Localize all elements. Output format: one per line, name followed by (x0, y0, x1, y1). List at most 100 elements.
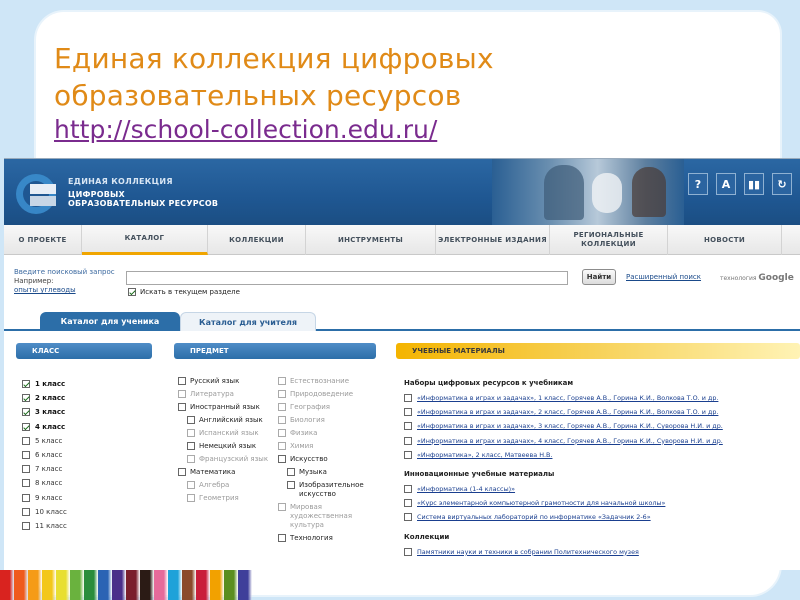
subject-checkbox (187, 481, 195, 489)
menu-item[interactable]: О ПРОЕКТЕ (4, 225, 82, 255)
material-item[interactable]: «Информатика в играх и задачах», 1 класс… (404, 391, 796, 405)
material-checkbox[interactable] (404, 422, 412, 431)
tab-catalog-teacher[interactable]: Каталог для учителя (180, 312, 316, 331)
subject-checkbox[interactable] (178, 468, 186, 476)
material-link[interactable]: «Курс элементарной компьютерной грамотно… (417, 499, 665, 507)
material-checkbox[interactable] (404, 408, 412, 417)
grade-checkbox[interactable] (22, 493, 30, 502)
site-logo-icon[interactable] (12, 169, 62, 219)
subject-checkbox[interactable] (187, 442, 195, 450)
material-item[interactable]: «Информатика в играх и задачах», 3 класс… (404, 419, 796, 433)
subject-item[interactable]: Математика (178, 468, 278, 477)
material-link[interactable]: «Информатика в играх и задачах», 3 класс… (417, 422, 723, 430)
subject-checkbox[interactable] (178, 377, 186, 385)
grade-checkbox[interactable] (22, 422, 30, 431)
menu-item[interactable]: ЭЛЕКТРОННЫЕ ИЗДАНИЯ (436, 225, 550, 255)
slide-url-link[interactable]: http://school-collection.edu.ru/ (54, 115, 437, 144)
search-scope[interactable]: Искать в текущем разделе (128, 288, 240, 296)
grade-checkbox[interactable] (22, 394, 30, 403)
material-item[interactable]: Система виртуальных лабораторий по инфор… (404, 510, 796, 524)
subject-checkbox[interactable] (178, 403, 186, 411)
material-item[interactable]: Памятники науки и техники в собрании Пол… (404, 545, 796, 559)
material-checkbox[interactable] (404, 513, 412, 522)
material-item[interactable]: «Информатика в играх и задачах», 4 класс… (404, 434, 796, 448)
search-example-link[interactable]: опыты углеводы (14, 286, 76, 294)
material-link[interactable]: «Информатика в играх и задачах», 1 класс… (417, 394, 718, 402)
material-item[interactable]: «Курс элементарной компьютерной грамотно… (404, 496, 796, 510)
crayon (224, 570, 238, 600)
menu-item[interactable]: КОЛЛЕКЦИИ (208, 225, 306, 255)
material-link[interactable]: Памятники науки и техники в собрании Пол… (417, 548, 639, 556)
grade-item[interactable]: 7 класс (22, 462, 67, 476)
menu-item[interactable]: РЕГИОНАЛЬНЫЕ КОЛЛЕКЦИИ (550, 225, 668, 255)
subject-item[interactable]: Английский язык (187, 416, 278, 425)
grade-item[interactable]: 10 класс (22, 505, 67, 519)
material-checkbox[interactable] (404, 485, 412, 494)
material-checkbox[interactable] (404, 547, 412, 556)
subject-checkbox (187, 429, 195, 437)
grade-item[interactable]: 9 класс (22, 491, 67, 505)
search-button[interactable]: Найти (582, 269, 616, 285)
material-checkbox[interactable] (404, 394, 412, 403)
subject-item[interactable]: Немецкий язык (187, 442, 278, 451)
grade-checkbox[interactable] (22, 408, 30, 417)
material-checkbox[interactable] (404, 436, 412, 445)
grade-item[interactable]: 5 класс (22, 434, 67, 448)
material-item[interactable]: «Информатика в играх и задачах», 2 класс… (404, 405, 796, 419)
subject-item[interactable]: Изобразительное искусство (287, 481, 378, 499)
grade-label: 8 класс (35, 479, 63, 488)
menu-item[interactable]: КАТАЛОГ (82, 225, 208, 255)
subject-item[interactable]: Музыка (287, 468, 378, 477)
catalog-tabs: Каталог для ученика Каталог для учителя (4, 309, 800, 331)
grade-checkbox[interactable] (22, 479, 30, 488)
google-logo: Google (758, 273, 794, 283)
grade-item[interactable]: 8 класс (22, 476, 67, 490)
material-checkbox[interactable] (404, 499, 412, 508)
material-checkbox[interactable] (404, 450, 412, 459)
subject-checkbox[interactable] (287, 468, 295, 476)
crayon (238, 570, 252, 600)
subject-item[interactable]: Искусство (278, 455, 378, 464)
grade-label: 7 класс (35, 465, 63, 474)
search-example-label: Например: (14, 277, 54, 285)
subject-checkbox[interactable] (287, 481, 295, 489)
menu-item[interactable]: НОВОСТИ (668, 225, 782, 255)
grade-checkbox[interactable] (22, 436, 30, 445)
search-input[interactable] (126, 271, 568, 285)
search-scope-checkbox[interactable] (128, 288, 136, 296)
material-item[interactable]: «Информатика», 2 класс, Матвеева Н.В. (404, 448, 796, 462)
subject-panel-header: ПРЕДМЕТ (174, 343, 376, 359)
tab-catalog-student[interactable]: Каталог для ученика (40, 312, 180, 331)
grade-item[interactable]: 3 класс (22, 405, 67, 419)
material-item[interactable]: «Информатика (1-4 классы)» (404, 482, 796, 496)
subject-item[interactable]: Технология (278, 534, 378, 543)
grade-checkbox[interactable] (22, 507, 30, 516)
stats-icon[interactable]: ▮▮ (744, 173, 764, 195)
advanced-search-link[interactable]: Расширенный поиск (626, 273, 701, 281)
subject-item[interactable]: Иностранный язык (178, 403, 278, 412)
crayon (126, 570, 140, 600)
help-icon[interactable]: ? (688, 173, 708, 195)
grade-checkbox[interactable] (22, 465, 30, 474)
subject-item[interactable]: Русский язык (178, 377, 278, 386)
grade-item[interactable]: 2 класс (22, 391, 67, 405)
material-link[interactable]: «Информатика (1-4 классы)» (417, 485, 515, 493)
grade-checkbox[interactable] (22, 451, 30, 460)
grade-item[interactable]: 4 класс (22, 420, 67, 434)
material-link[interactable]: Система виртуальных лабораторий по инфор… (417, 513, 651, 521)
grade-checkbox[interactable] (22, 521, 30, 530)
subject-checkbox[interactable] (278, 534, 286, 542)
material-link[interactable]: «Информатика в играх и задачах», 2 класс… (417, 408, 718, 416)
grade-item[interactable]: 6 класс (22, 448, 67, 462)
menu-item[interactable]: ИНСТРУМЕНТЫ (306, 225, 436, 255)
material-link[interactable]: «Информатика в играх и задачах», 4 класс… (417, 437, 723, 445)
search-hint: Введите поисковый запрос (14, 268, 115, 276)
grade-item[interactable]: 1 класс (22, 377, 67, 391)
refresh-icon[interactable]: ↻ (772, 173, 792, 195)
grade-item[interactable]: 11 класс (22, 519, 67, 533)
font-size-icon[interactable]: A (716, 173, 736, 195)
grade-checkbox[interactable] (22, 380, 30, 389)
subject-checkbox[interactable] (187, 416, 195, 424)
material-link[interactable]: «Информатика», 2 класс, Матвеева Н.В. (417, 451, 552, 459)
subject-checkbox[interactable] (278, 455, 286, 463)
